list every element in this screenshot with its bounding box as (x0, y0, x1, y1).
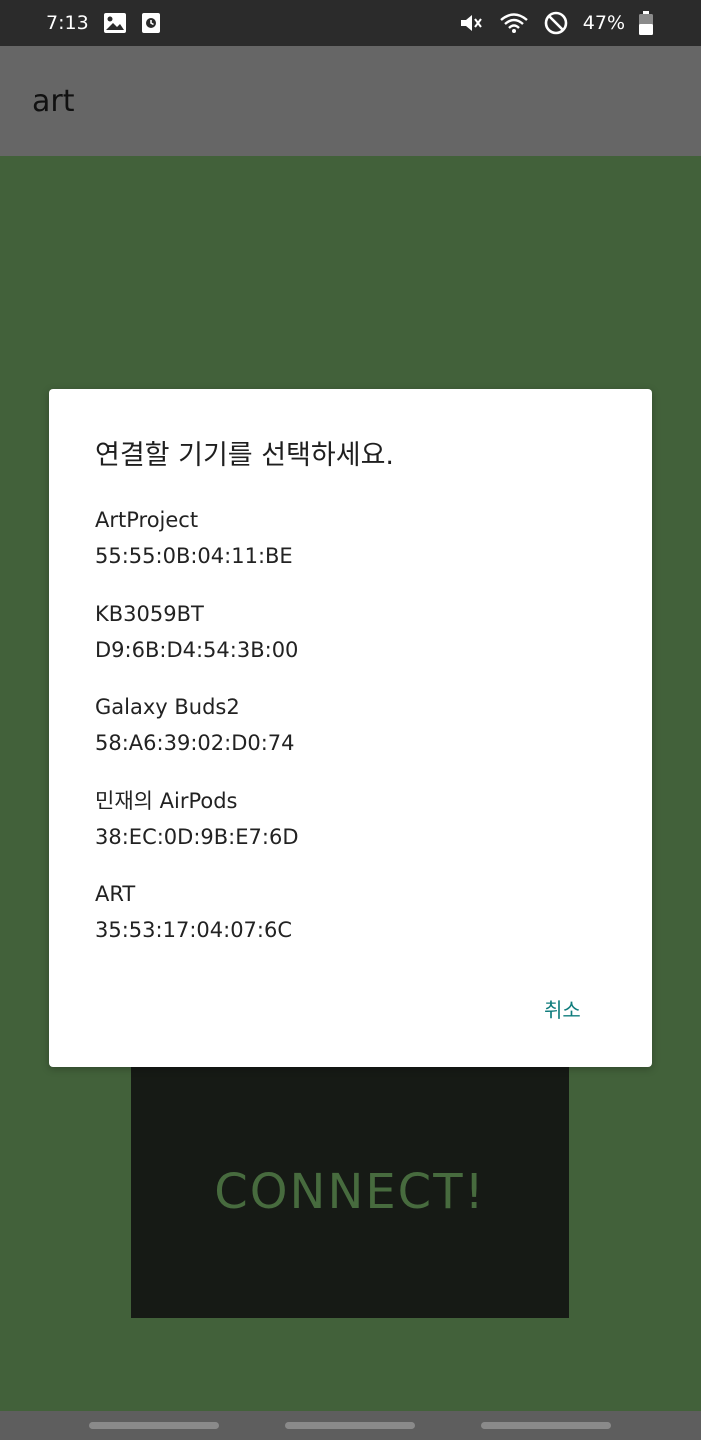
device-name: ART (95, 882, 136, 906)
device-item[interactable]: ART 35:53:17:04:07:6C (95, 879, 606, 973)
device-address: 35:53:17:04:07:6C (95, 918, 293, 942)
dialog-title: 연결할 기기를 선택하세요. (95, 440, 394, 471)
device-address: 55:55:0B:04:11:BE (95, 544, 293, 568)
app-title: art (32, 83, 75, 119)
device-address: 38:EC:0D:9B:E7:6D (95, 824, 299, 849)
battery-percent: 47% (582, 12, 625, 34)
device-list: ArtProject 55:55:0B:04:11:BE KB3059BT D9… (95, 505, 606, 973)
status-left: 7:13 (46, 12, 161, 34)
image-icon (103, 12, 127, 34)
connect-label: CONNECT! (214, 1164, 486, 1220)
device-name: KB3059BT (95, 601, 204, 626)
nav-back-button[interactable] (481, 1422, 611, 1429)
connect-button[interactable]: CONNECT! (131, 1066, 569, 1318)
device-name: 민재의 AirPods (95, 788, 238, 813)
status-bar: 7:13 47% (0, 0, 701, 46)
cancel-button[interactable]: 취소 (544, 994, 581, 1023)
media-icon (141, 12, 161, 34)
device-item[interactable]: KB3059BT D9:6B:D4:54:3B:00 (95, 599, 606, 693)
device-item[interactable]: 민재의 AirPods 38:EC:0D:9B:E7:6D (95, 786, 606, 880)
do-not-disturb-icon (543, 10, 569, 36)
status-time: 7:13 (46, 12, 89, 34)
app-bar: art (0, 46, 701, 156)
wifi-icon (499, 11, 529, 35)
device-select-dialog: 연결할 기기를 선택하세요. ArtProject 55:55:0B:04:11… (49, 389, 652, 1067)
device-item[interactable]: Galaxy Buds2 58:A6:39:02:D0:74 (95, 692, 606, 786)
mute-icon (459, 12, 485, 34)
navigation-bar (0, 1411, 701, 1440)
device-address: 58:A6:39:02:D0:74 (95, 731, 295, 755)
device-address: D9:6B:D4:54:3B:00 (95, 637, 299, 662)
status-right: 47% (459, 10, 653, 36)
battery-icon (639, 11, 653, 35)
nav-recents-button[interactable] (89, 1422, 219, 1429)
device-name: Galaxy Buds2 (95, 695, 240, 719)
nav-home-button[interactable] (285, 1422, 415, 1429)
device-item[interactable]: ArtProject 55:55:0B:04:11:BE (95, 505, 606, 599)
device-name: ArtProject (95, 508, 199, 532)
